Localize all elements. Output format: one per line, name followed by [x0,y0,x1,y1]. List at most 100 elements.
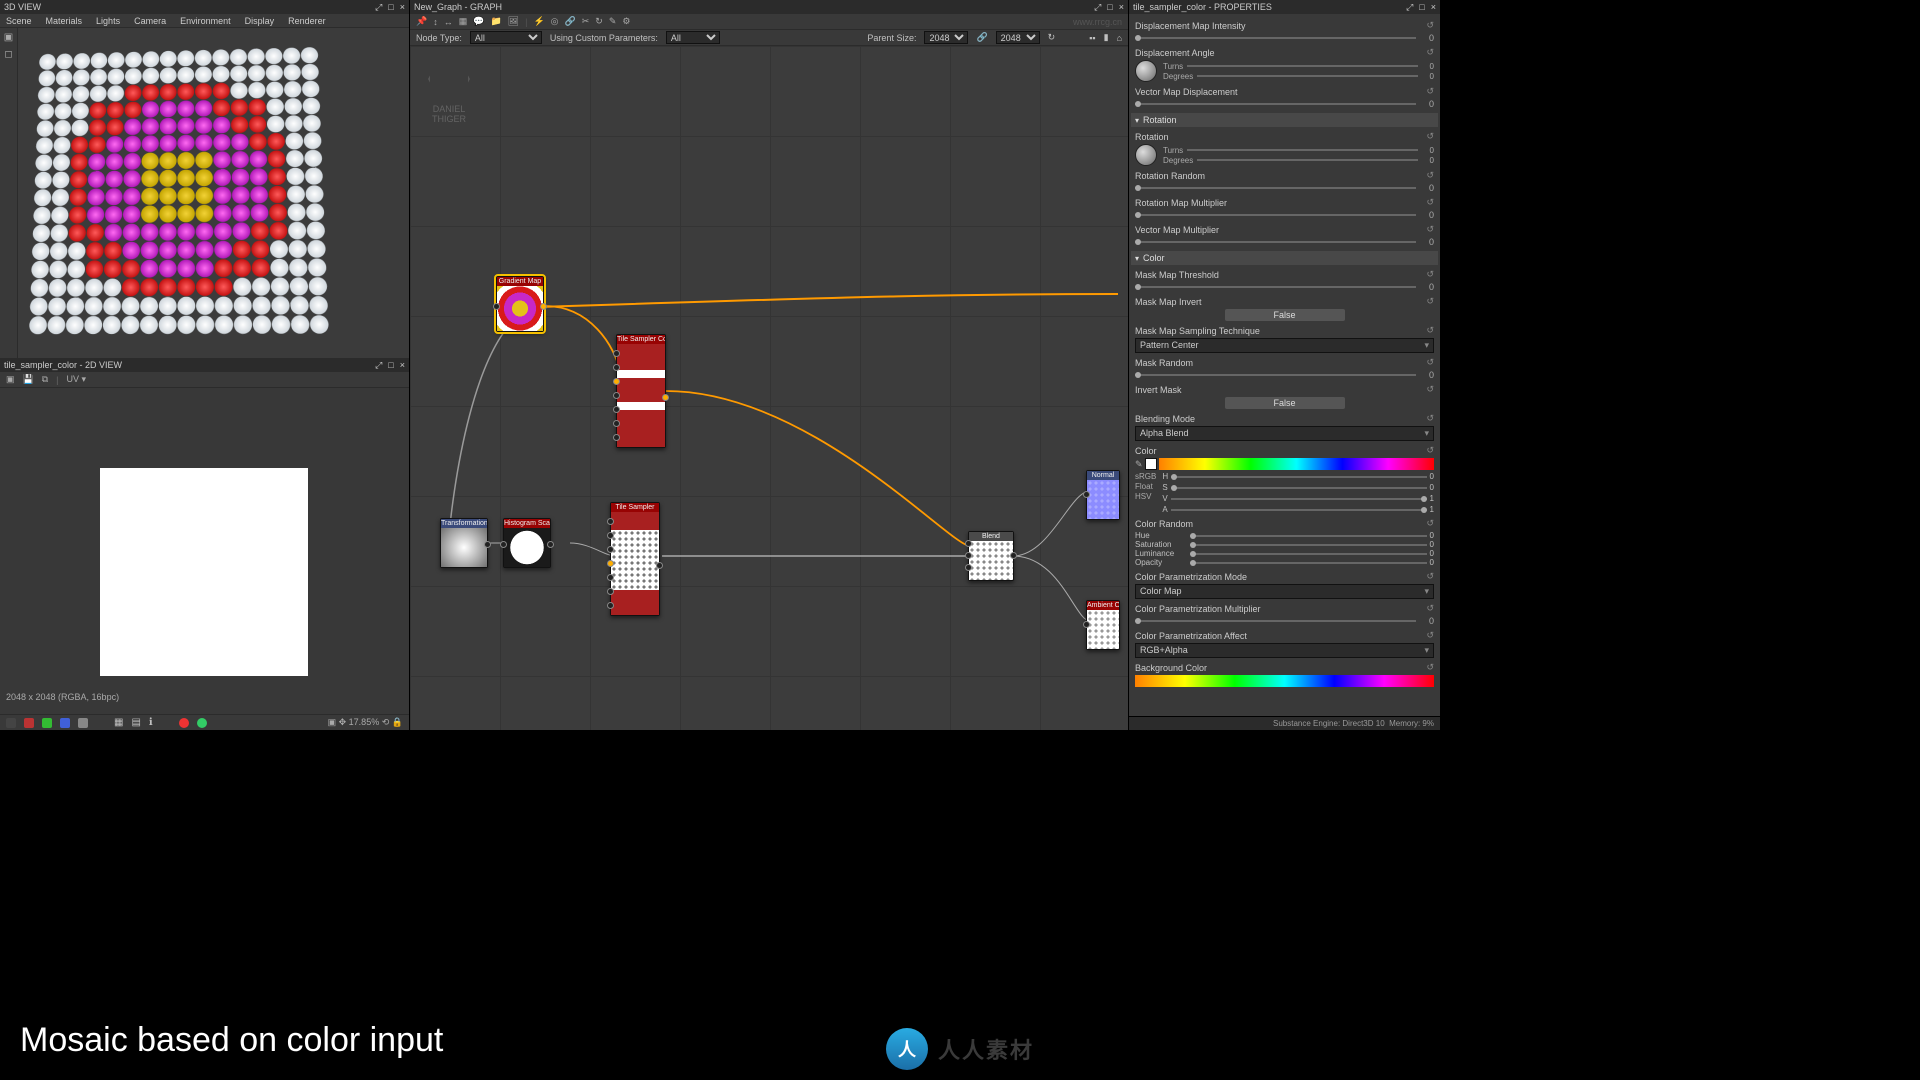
slider-v[interactable]: V1 [1162,494,1434,503]
input-port[interactable] [613,378,620,385]
slider-lum[interactable]: Luminance0 [1135,549,1434,558]
input-port[interactable] [493,303,500,310]
gear-icon[interactable]: ↺ [1426,445,1434,456]
link-icon[interactable]: 🔗 [976,32,987,43]
home-icon[interactable]: ⌂ [1117,33,1122,43]
gear-icon[interactable]: ↺ [1426,269,1434,280]
close-icon[interactable]: × [400,2,405,13]
gear-icon[interactable]: ↺ [1426,131,1434,142]
gear-icon[interactable]: ↺ [1426,630,1434,641]
gear-icon[interactable]: ↺ [1426,224,1434,235]
input-port[interactable] [607,602,614,609]
section-color[interactable]: Color [1131,251,1438,265]
output-port[interactable] [662,394,669,401]
hue-strip-bg[interactable] [1135,675,1434,687]
align-h-icon[interactable]: ↔ [444,17,453,27]
slider-h[interactable]: H0 [1162,472,1434,481]
gear-icon[interactable]: ↺ [1426,197,1434,208]
color-mode-hsv[interactable]: HSV [1135,492,1156,501]
slider-hue[interactable]: Hue0 [1135,531,1434,540]
dial-displacement-angle[interactable]: Turns0 Degrees0 [1135,60,1434,82]
node-normal[interactable]: Normal [1086,470,1120,520]
light-icon[interactable]: ◻ [4,49,12,60]
menu-camera[interactable]: Camera [134,16,166,26]
maximize-icon[interactable]: □ [1419,2,1424,13]
slider-rotation-map-mult[interactable]: 0 [1135,210,1434,220]
wand-icon[interactable]: ✎ [609,16,617,27]
menu-scene[interactable]: Scene [6,16,32,26]
input-port[interactable] [965,552,972,559]
maximize-icon[interactable]: □ [388,360,393,371]
node-transformation[interactable]: Transformation… [440,518,488,568]
node-blend[interactable]: Blend [968,531,1014,581]
channel-a-icon[interactable] [78,718,88,728]
view2d-canvas[interactable] [100,468,308,676]
input-port[interactable] [613,392,620,399]
info-icon[interactable]: ℹ [149,717,153,728]
output-port[interactable] [656,562,663,569]
color-mode-float[interactable]: Float [1135,482,1156,491]
pin-icon[interactable]: ⤢ [375,2,382,13]
slider-vector-map-disp[interactable]: 0 [1135,99,1434,109]
node-type-select[interactable]: All [470,31,542,44]
fit-icon[interactable]: ▣ [328,717,337,727]
target-icon[interactable]: ◎ [551,16,559,27]
hue-strip[interactable] [1159,458,1434,470]
dial-icon[interactable] [1135,144,1157,166]
view3d-viewport[interactable] [18,28,409,358]
slider-a[interactable]: A1 [1162,505,1434,514]
grid-icon[interactable]: ▦ [459,16,468,27]
graph-canvas[interactable]: DANIEL THIGER Gradient Map [410,46,1128,730]
dropdown-color-param-affect[interactable]: RGB+Alpha [1135,643,1434,658]
output-port[interactable] [1010,552,1017,559]
menu-lights[interactable]: Lights [96,16,120,26]
slider-sat[interactable]: Saturation0 [1135,540,1434,549]
pin-icon[interactable]: ⤢ [1406,2,1413,13]
uv-dropdown[interactable]: UV ▾ [67,374,87,385]
node-tile-sampler[interactable]: Tile Sampler [610,502,660,616]
color-mode-srgb[interactable]: sRGB [1135,472,1156,481]
grid-icon[interactable]: ▦ [114,717,123,728]
output-port[interactable] [540,303,547,310]
pin-icon[interactable]: 📌 [416,16,427,27]
input-port[interactable] [1083,491,1090,498]
settings-icon[interactable]: ⚙ [622,16,630,27]
center-icon[interactable]: ✥ [339,717,347,727]
layout-b-icon[interactable]: ▮ [1104,32,1109,43]
color-swatch[interactable] [1145,458,1157,470]
frame-icon[interactable]: 🖼 [508,16,519,27]
dropdown-blending-mode[interactable]: Alpha Blend [1135,426,1434,441]
input-port[interactable] [607,574,614,581]
channel-r-icon[interactable] [24,718,34,728]
gear-icon[interactable]: ↺ [1426,384,1434,395]
toggle-mask-map-invert[interactable]: False [1225,309,1345,321]
gear-icon[interactable]: ↺ [1426,170,1434,181]
input-port[interactable] [613,350,620,357]
parent-h-select[interactable]: 2048 [996,31,1040,44]
folder-icon[interactable]: 📁 [490,16,501,27]
gear-icon[interactable]: ↺ [1426,662,1434,673]
input-port[interactable] [1083,621,1090,628]
gear-icon[interactable]: ↺ [1426,603,1434,614]
slider-color-param-mult[interactable]: 0 [1135,616,1434,626]
slider-s[interactable]: S0 [1162,483,1434,492]
gear-icon[interactable]: ↺ [1426,47,1434,58]
slider-vector-map-mult[interactable]: 0 [1135,237,1434,247]
channel-g-icon[interactable] [42,718,52,728]
save-icon[interactable]: 💾 [23,374,34,385]
toggle-invert-mask[interactable]: False [1225,397,1345,409]
tile-icon[interactable]: ▤ [131,717,140,728]
slider-mask-random[interactable]: 0 [1135,370,1434,380]
dropdown-mask-sampling[interactable]: Pattern Center [1135,338,1434,353]
channel-b-icon[interactable] [60,718,70,728]
node-tile-sampler-color[interactable]: Tile Sampler Color [616,334,666,448]
output-port[interactable] [484,541,491,548]
align-v-icon[interactable]: ↕ [433,17,438,27]
input-port[interactable] [607,518,614,525]
dropdown-color-param-mode[interactable]: Color Map [1135,584,1434,599]
record-icon[interactable] [179,718,189,728]
section-rotation[interactable]: Rotation [1131,113,1438,127]
node-ambient-occlusion[interactable]: Ambient O… [1086,600,1120,650]
close-icon[interactable]: × [1119,2,1124,13]
input-port[interactable] [607,532,614,539]
